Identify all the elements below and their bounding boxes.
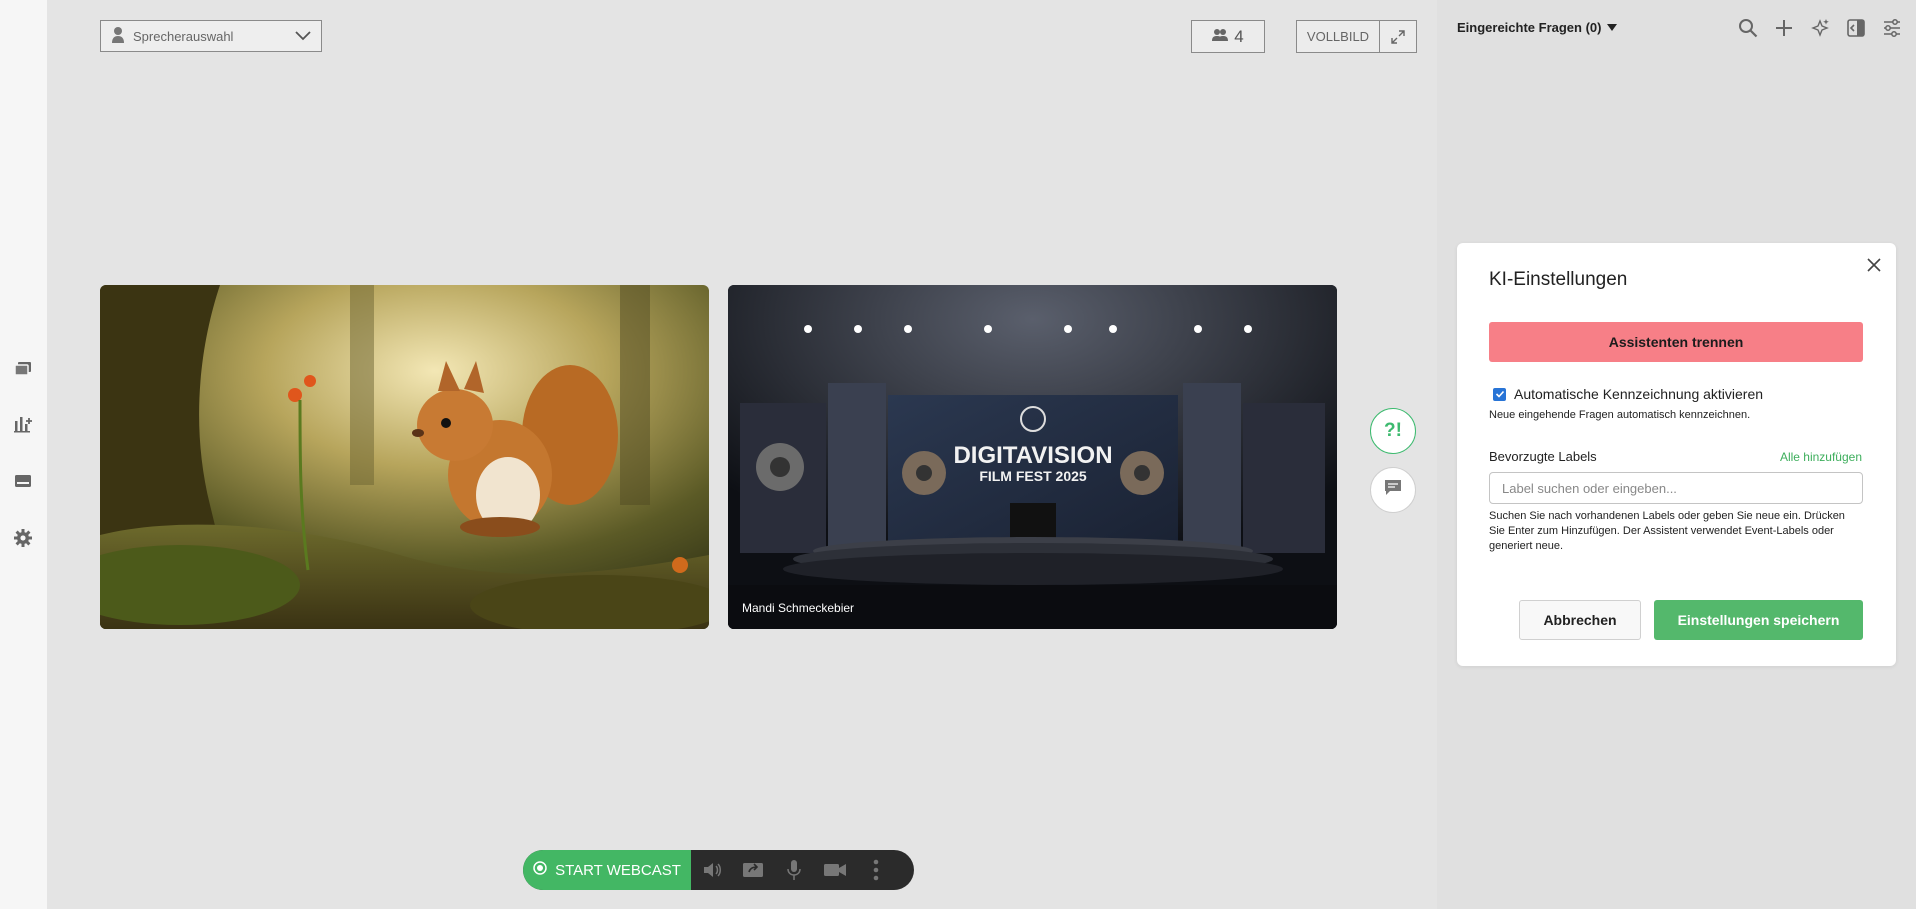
preferred-labels-title: Bevorzugte Labels (1489, 449, 1597, 464)
video-tile-stage[interactable]: DIGITAVISION FILM FEST 2025 Mandi Schmec… (728, 285, 1337, 629)
questions-filter-dropdown[interactable]: Eingereichte Fragen (0) (1457, 20, 1618, 35)
fullscreen-label: VOLLBILD (1297, 21, 1380, 52)
start-webcast-label: START WEBCAST (555, 861, 681, 879)
sidebar-collapse-icon[interactable] (1844, 16, 1868, 40)
caret-down-icon (1607, 20, 1618, 35)
add-icon[interactable] (1772, 16, 1796, 40)
filter-sliders-icon[interactable] (1880, 16, 1904, 40)
questions-heading: Eingereichte Fragen (0) (1457, 20, 1602, 35)
participants-counter[interactable]: 4 (1191, 20, 1265, 53)
stage-banner-title: DIGITAVISION (953, 442, 1112, 469)
labels-help-text: Suchen Sie nach vorhandenen Labels oder … (1489, 510, 1845, 552)
record-dot-icon (533, 861, 547, 879)
speaker-select[interactable]: Sprecherauswahl (100, 20, 322, 52)
settings-gear-icon[interactable] (10, 525, 36, 551)
ai-settings-dialog: KI-Einstellungen Assistenten trennen Aut… (1457, 243, 1896, 666)
banner-icon[interactable] (10, 468, 36, 494)
stage-banner-subtitle: FILM FEST 2025 (979, 468, 1087, 484)
chat-bubble-icon (1383, 479, 1403, 502)
media-stack-icon[interactable] (10, 355, 36, 381)
save-settings-button[interactable]: Einstellungen speichern (1654, 600, 1863, 640)
screen-share-icon[interactable] (732, 861, 773, 879)
more-options-icon[interactable] (855, 859, 896, 881)
speaker-select-label: Sprecherauswahl (133, 28, 234, 44)
auto-label-description: Neue eingehende Fragen automatisch kennz… (1489, 409, 1751, 421)
participants-icon (1212, 27, 1229, 47)
close-icon[interactable] (1862, 253, 1886, 277)
dialog-title: KI-Einstellungen (1489, 269, 1628, 290)
speaker-name-label: Mandi Schmeckebier (742, 601, 855, 615)
auto-label-text: Automatische Kennzeichnung aktivieren (1514, 386, 1764, 402)
chat-toggle-button[interactable] (1370, 467, 1416, 513)
ai-sparkle-icon[interactable] (1808, 16, 1832, 40)
chevron-down-icon (295, 29, 311, 44)
speaker-volume-icon[interactable] (691, 861, 732, 879)
film-fest-stage-image: DIGITAVISION FILM FEST 2025 (728, 285, 1337, 629)
disconnect-assistant-button[interactable]: Assistenten trennen (1489, 322, 1863, 362)
participant-count: 4 (1234, 26, 1244, 46)
webcast-toolbar: START WEBCAST (523, 850, 914, 890)
qa-toggle-button[interactable]: ?! (1370, 408, 1416, 454)
speaker-person-icon (111, 26, 125, 47)
qa-button-label: ?! (1384, 420, 1402, 441)
expand-icon (1380, 21, 1416, 52)
video-tile-squirrel[interactable] (100, 285, 709, 629)
search-icon[interactable] (1736, 16, 1760, 40)
left-rail (0, 0, 48, 909)
camera-icon[interactable] (814, 862, 855, 878)
auto-label-checkbox[interactable] (1493, 387, 1506, 401)
add-all-labels-link[interactable]: Alle hinzufügen (1780, 450, 1862, 464)
label-search-input[interactable] (1489, 472, 1863, 504)
poll-chart-icon[interactable] (10, 411, 36, 437)
squirrel-forest-image (100, 285, 709, 629)
start-webcast-button[interactable]: START WEBCAST (523, 850, 691, 890)
cancel-button[interactable]: Abbrechen (1519, 600, 1641, 640)
fullscreen-button[interactable]: VOLLBILD (1296, 20, 1417, 53)
microphone-icon[interactable] (773, 859, 814, 881)
